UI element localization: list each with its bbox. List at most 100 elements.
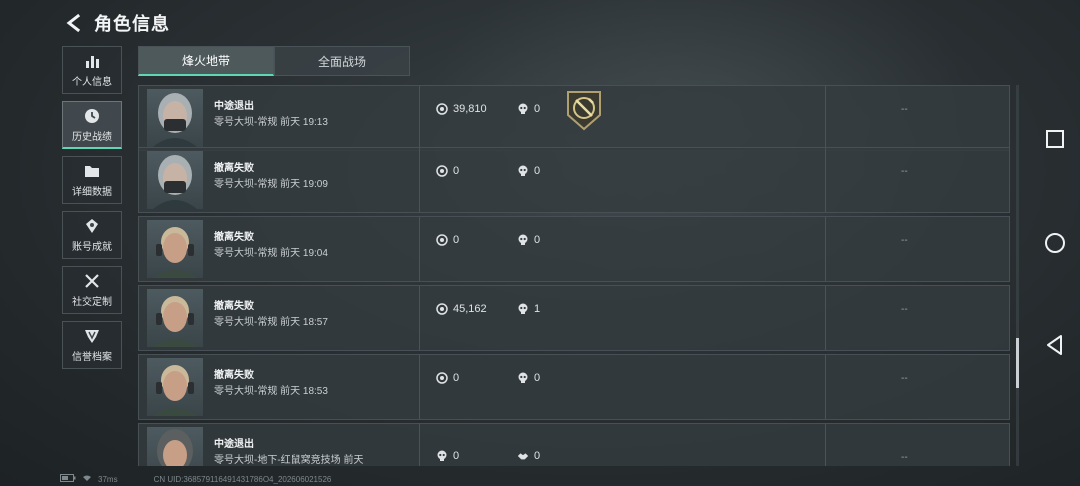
match-row[interactable]: 撤离失败 零号大坝-常规 前天 19:04 0 0 -- [138, 216, 1010, 282]
divider [825, 424, 826, 466]
skull-icon [517, 103, 529, 115]
sidebar-item-profile[interactable]: 个人信息 [62, 46, 122, 94]
sidebar-item-label: 社交定制 [72, 297, 112, 308]
kill-count-text: 0 [534, 165, 541, 177]
match-result: 撤离失败 [214, 232, 254, 243]
match-result: 撤离失败 [214, 370, 254, 381]
kill-count: 1 [517, 303, 540, 315]
divider [419, 355, 420, 419]
operator-avatar [147, 358, 203, 416]
extra-info: -- [901, 104, 908, 115]
match-row[interactable]: 中途退出 零号大坝-地下-红鼠窝竞技场 前天 0 0 -- [138, 423, 1010, 466]
sidebar-item-details[interactable]: 详细数据 [62, 156, 122, 204]
operator-avatar [147, 89, 203, 147]
sidebar-item-social[interactable]: 社交定制 [62, 266, 122, 314]
operator-avatar [147, 289, 203, 347]
extra-info: -- [901, 304, 908, 315]
battery-icon [60, 474, 76, 484]
tab-hazard-zone[interactable]: 烽火地带 [138, 46, 274, 76]
uid-text: CN UID:368579116491431786O4_202606021526 [153, 474, 332, 484]
scrollbar-track[interactable] [1016, 85, 1019, 466]
back-arrow-icon[interactable] [60, 9, 88, 37]
kill-count: 0 [436, 450, 459, 462]
handshake-icon [517, 450, 529, 462]
recent-apps-icon[interactable] [1042, 126, 1068, 152]
extra-info: -- [901, 166, 908, 177]
divider [825, 286, 826, 350]
loot-value: 39,810 [436, 103, 487, 115]
scrollbar-thumb[interactable] [1016, 338, 1019, 388]
sword-badge-icon [565, 89, 603, 131]
status-bar: 37ms CN UID:368579116491431786O4_2026060… [60, 473, 337, 485]
loot-value-text: 39,810 [453, 103, 487, 115]
coin-icon [436, 234, 448, 246]
sidebar-item-label: 账号成就 [72, 242, 112, 253]
sidebar-item-label: 历史战绩 [72, 131, 112, 143]
sidebar-item-label: 信誉档案 [72, 352, 112, 363]
system-nav-bar [1030, 0, 1080, 486]
folder-icon [83, 162, 101, 180]
sidebar-item-achievements[interactable]: 账号成就 [62, 211, 122, 259]
coin-icon [436, 303, 448, 315]
sidebar-item-reputation[interactable]: 信誉档案 [62, 321, 122, 369]
clock-icon [83, 107, 101, 125]
kill-count: 0 [517, 372, 540, 384]
match-row[interactable]: 撤离失败 零号大坝-常规 前天 19:09 0 0 -- [138, 147, 1010, 213]
operator-avatar [147, 220, 203, 278]
match-result: 撤离失败 [214, 301, 254, 312]
match-info: 零号大坝-常规 前天 19:13 [214, 117, 328, 128]
match-row[interactable]: 撤离失败 零号大坝-常规 前天 18:53 0 0 -- [138, 354, 1010, 420]
skull-icon [517, 372, 529, 384]
coin-icon [436, 165, 448, 177]
wifi-icon [82, 474, 92, 484]
divider [419, 217, 420, 281]
coin-icon [436, 372, 448, 384]
loot-value-text: 0 [453, 234, 460, 246]
extra-info: -- [901, 235, 908, 246]
mode-tabs: 烽火地带 全面战场 [138, 46, 410, 76]
page-title: 角色信息 [94, 14, 170, 34]
divider [419, 148, 420, 212]
assist-count-text: 0 [534, 450, 541, 462]
ping-text: 37ms [98, 474, 118, 484]
skull-icon [517, 234, 529, 246]
kill-count-text: 0 [534, 372, 541, 384]
skull-icon [517, 165, 529, 177]
assist-count: 0 [517, 450, 540, 462]
kill-count-text: 1 [534, 303, 541, 315]
loot-value: 0 [436, 165, 459, 177]
match-row[interactable]: 撤离失败 零号大坝-常规 前天 18:57 45,162 1 -- [138, 285, 1010, 351]
match-row[interactable]: 中途退出 零号大坝-常规 前天 19:13 39,810 0 -- [138, 85, 1010, 151]
match-info: 零号大坝-常规 前天 18:57 [214, 317, 328, 328]
loot-value-text: 0 [453, 372, 460, 384]
match-info: 零号大坝-常规 前天 19:09 [214, 179, 328, 190]
coin-icon [436, 103, 448, 115]
divider [419, 424, 420, 466]
loot-value: 45,162 [436, 303, 487, 315]
medal-icon [83, 217, 101, 235]
skull-icon [517, 303, 529, 315]
shield-icon [83, 327, 101, 345]
divider [825, 355, 826, 419]
back-nav-icon[interactable] [1042, 332, 1068, 358]
match-info: 零号大坝-常规 前天 19:04 [214, 248, 328, 259]
kill-count: 0 [517, 103, 540, 115]
kill-count: 0 [517, 165, 540, 177]
tools-icon [83, 272, 101, 290]
home-icon[interactable] [1042, 230, 1068, 256]
match-result: 中途退出 [214, 101, 254, 112]
sidebar-item-label: 个人信息 [72, 77, 112, 88]
header: 角色信息 [60, 8, 170, 38]
extra-info: -- [901, 452, 908, 463]
match-history-list[interactable]: 中途退出 零号大坝-常规 前天 19:13 39,810 0 -- 撤离失败 零… [138, 85, 1010, 466]
divider [419, 286, 420, 350]
kill-count-text: 0 [534, 234, 541, 246]
tab-full-battlefield[interactable]: 全面战场 [274, 46, 410, 76]
operator-avatar [147, 151, 203, 209]
divider [825, 86, 826, 150]
sidebar-item-history[interactable]: 历史战绩 [62, 101, 122, 149]
extra-info: -- [901, 373, 908, 384]
skull-icon [436, 450, 448, 462]
match-info: 零号大坝-常规 前天 18:53 [214, 386, 328, 397]
kill-count: 0 [517, 234, 540, 246]
